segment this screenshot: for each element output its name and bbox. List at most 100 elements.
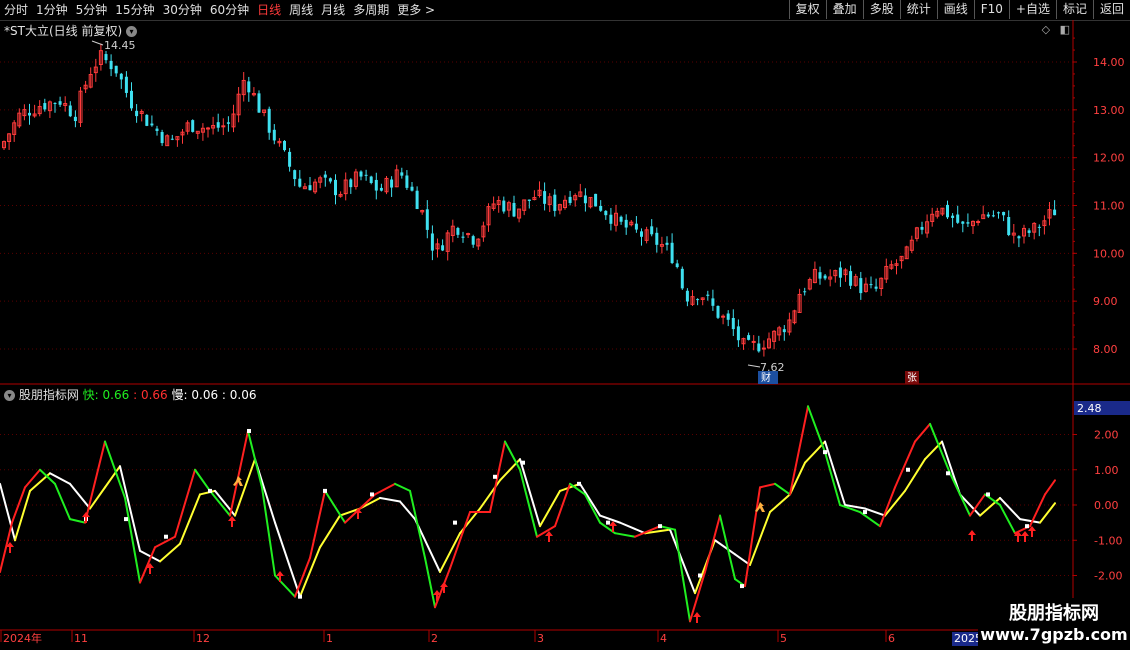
candle-body [706,294,710,296]
low-pointer [747,364,761,368]
candle-body [410,186,414,191]
price-tick-label: 11.00 [1093,200,1125,213]
candle-body [803,291,807,293]
price-tick-label: 10.00 [1093,247,1125,260]
candle-body [390,179,394,188]
fast-line-segment [394,482,411,492]
candle-body [359,171,363,177]
fast-line-segment [11,486,26,524]
cross-dot [164,534,168,539]
indicator-lines [0,405,1056,623]
fast-line-segment [324,489,346,524]
indicator-name: 股朋指标网 [18,388,79,402]
cross-dot [698,573,702,578]
price-grid [0,61,1073,350]
candle-body [736,326,740,341]
candle-body [247,81,251,93]
candle-body [155,128,159,131]
candle-body [599,205,603,211]
fast-line-segment [929,422,951,475]
candle-body [150,123,154,126]
fast-line-segment [274,574,296,598]
fast-line-segment [719,514,736,581]
indicator-grid [0,434,1073,576]
candle-body [1017,236,1021,239]
fast-line-segment [859,511,881,528]
slow-line-segment [1019,518,1041,524]
candle-body [869,284,873,286]
cross-dot [208,488,212,493]
time-tick-label: 2 [431,632,438,645]
buy-arrow-marker [693,612,701,623]
candle-body [109,60,113,70]
fast-line-segment [409,489,426,559]
candle-body [594,193,598,207]
candle-body [849,271,853,286]
candle-body [323,174,327,178]
slow-line-segment [274,521,301,598]
settings-icon[interactable]: ▾ [4,390,15,401]
candle-body [364,174,368,176]
candle-body [415,190,419,210]
candle-body [859,278,863,294]
indicator-tick-label: -2.00 [1094,570,1122,583]
candle-body [634,223,638,230]
cross-dot [740,584,744,589]
fast-line-segment [759,482,776,489]
watermark-url: www.7gpzb.com [980,625,1128,644]
candle-body [379,187,383,191]
candle-body [216,122,220,128]
slow-line-segment [979,496,1001,517]
candle-body [272,129,276,141]
candle-body [308,185,312,191]
candle-body [124,76,128,93]
candle-body [43,103,47,110]
candle-body [731,317,735,330]
cross-dot [1025,524,1029,529]
cross-dot [124,517,128,522]
cross-dot [453,520,457,525]
candle-body [119,73,123,80]
candle-body [751,340,756,343]
fast-line-segment [54,482,71,521]
candle-body [568,196,572,203]
slow-value: 0.06 [191,388,219,402]
slow-line-segment [379,496,401,503]
buy-arrow-marker [545,531,553,542]
slow-label: 慢: [171,388,188,402]
candle-body [206,127,210,130]
candle-body [976,221,981,224]
fast-line-segment [194,468,211,492]
candle-body [28,112,31,116]
slow-line-segment [669,528,696,595]
candle-body [405,175,409,188]
fast-line-segment [247,429,263,489]
candle-body [226,122,230,124]
time-tick-label: 12 [196,632,210,645]
candle-body [874,286,878,289]
axes: 14.0013.0012.0011.0010.009.008.002.001.0… [0,20,1130,650]
candle-body [456,228,460,235]
time-tick-label: 6 [888,632,895,645]
candle-body [640,231,643,237]
candle-body [374,179,378,191]
slow-line-segment [519,458,541,528]
cross-dot [323,488,327,493]
limit-tag[interactable]: 张 [907,372,917,384]
candle-body [135,110,139,117]
fast-line-segment [519,468,538,538]
fast-line-segment [999,504,1016,535]
cross-dot [298,594,302,599]
buy-arrow-marker [1028,526,1036,537]
candle-body [425,209,429,230]
cross-dot [946,471,950,476]
finance-tag[interactable]: 财 [761,371,771,384]
cross-dot [247,428,251,433]
candle-body [721,315,726,318]
cross-dot [863,510,867,515]
price-tick-label: 9.00 [1093,295,1118,308]
watermark: 股朋指标网 www.7gpzb.com [978,598,1130,650]
fast-value-2: : 0.66 [133,388,168,402]
candle-body [257,93,261,113]
candle-body [747,335,751,340]
